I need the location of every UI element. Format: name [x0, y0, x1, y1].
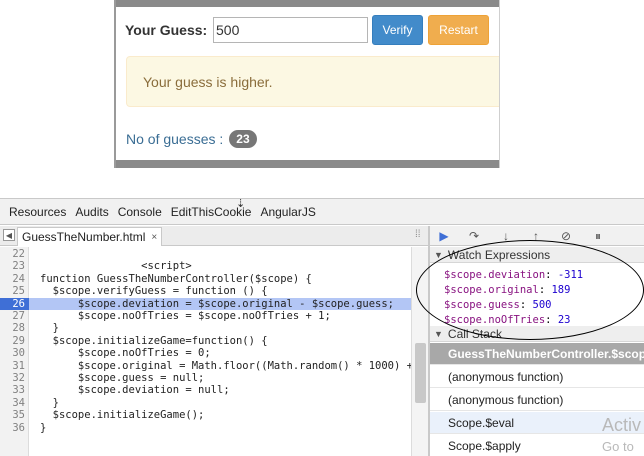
code-text: $scope.guess = null; [40, 372, 205, 384]
guesses-count-badge: 23 [229, 130, 257, 148]
guess-input[interactable] [213, 17, 368, 43]
code-text: $scope.verifyGuess = function () { [40, 285, 268, 298]
tab-console[interactable]: Console [118, 205, 162, 219]
code-text: $scope.noOfTries = 0; [40, 347, 211, 360]
guesses-row: No of guesses : 23 [126, 130, 257, 148]
line-number[interactable]: 33 [0, 384, 25, 396]
code-text: $scope.initializeGame(); [40, 409, 205, 422]
line-number[interactable]: 26 [0, 297, 29, 310]
panel-top-border [116, 0, 499, 7]
file-tab-label: GuessTheNumber.html [22, 230, 146, 244]
code-text: $scope.deviation = null; [40, 384, 230, 397]
line-number[interactable]: 24 [0, 273, 25, 285]
code-text: } [40, 421, 47, 434]
guesses-label: No of guesses : [126, 131, 224, 147]
code-line[interactable]: 29 $scope.initializeGame=function() { [0, 335, 411, 347]
code-line[interactable]: 36} [0, 422, 411, 434]
resume-icon[interactable]: ▶ [436, 228, 452, 244]
line-number[interactable]: 29 [0, 335, 25, 347]
line-number[interactable]: 35 [0, 409, 25, 421]
pause-on-exceptions-icon[interactable]: ⏸ [590, 228, 606, 244]
call-frame[interactable]: (anonymous function) [430, 366, 644, 388]
mouse-cursor-icon: ⇣ [236, 198, 246, 210]
code-line[interactable]: 35 $scope.initializeGame(); [0, 409, 411, 421]
code-text: } [40, 396, 59, 409]
line-number[interactable]: 31 [0, 360, 25, 372]
source-tabbar: ◀ GuessTheNumber.html × ⁞⁞ [0, 226, 428, 246]
guess-game-panel: Your Guess: Verify Restart Your guess is… [114, 0, 500, 168]
code-text: $scope.original = Math.floor((Math.rando… [40, 359, 411, 372]
line-number[interactable]: 34 [0, 397, 25, 409]
close-icon[interactable]: × [151, 232, 157, 243]
code-line[interactable]: 28 } [0, 322, 411, 334]
code-line[interactable]: 25 $scope.verifyGuess = function () { [0, 285, 411, 297]
tab-audits[interactable]: Audits [75, 205, 108, 219]
code-line[interactable]: 34 } [0, 397, 411, 409]
code-line[interactable]: 22 [0, 248, 411, 260]
watermark-line1: Activ [602, 415, 642, 435]
line-number[interactable]: 28 [0, 322, 25, 334]
line-number[interactable]: 23 [0, 260, 25, 272]
scrollbar-thumb[interactable] [415, 343, 426, 403]
code-line[interactable]: 23 <script> [0, 260, 411, 272]
collapse-triangle-icon: ▼ [434, 328, 443, 339]
alert-text: Your guess is higher. [143, 73, 273, 90]
result-alert: Your guess is higher. [126, 56, 499, 107]
restart-button[interactable]: Restart [428, 15, 489, 45]
line-number[interactable]: 32 [0, 372, 25, 384]
line-number[interactable]: 22 [0, 248, 25, 260]
code-line[interactable]: 33 $scope.deviation = null; [0, 384, 411, 396]
activation-watermark: Activ Go to [602, 414, 641, 456]
code-line[interactable]: 27 $scope.noOfTries = $scope.noOfTries +… [0, 310, 411, 322]
line-number[interactable]: 25 [0, 285, 25, 297]
code-text: } [40, 322, 59, 335]
panel-bottom-border [116, 160, 499, 168]
call-frame[interactable]: (anonymous function) [430, 389, 644, 411]
tab-resources[interactable]: Resources [9, 205, 66, 219]
code-line[interactable]: 32 $scope.guess = null; [0, 372, 411, 384]
line-number[interactable]: 30 [0, 347, 25, 359]
file-tab-guessthenumber[interactable]: GuessTheNumber.html × [17, 227, 163, 246]
code-editor[interactable]: 22 23 <script> 24 function GuessTheNumberCo… [0, 247, 411, 456]
annotation-ellipse [416, 240, 644, 340]
code-line[interactable]: 24 function GuessTheNumberController($sco… [0, 273, 411, 285]
line-number[interactable]: 36 [0, 422, 25, 434]
toggle-navigator-icon[interactable]: ◀ [3, 229, 15, 241]
guess-label: Your Guess: [125, 22, 208, 38]
devtools-tabs: Resources Audits Console EditThisCookie … [0, 198, 644, 225]
code-text: $scope.noOfTries = $scope.noOfTries + 1; [40, 310, 331, 322]
tab-angularjs[interactable]: AngularJS [260, 205, 315, 219]
code-text: $scope.deviation = $scope.original - $sc… [40, 297, 395, 310]
tab-overflow-icon[interactable]: ⁞⁞ [415, 229, 421, 240]
line-number[interactable]: 27 [0, 310, 25, 322]
code-text: <script> [40, 260, 192, 273]
step-over-icon[interactable]: ↷ [466, 228, 482, 244]
code-line[interactable]: 30 $scope.noOfTries = 0; [0, 347, 411, 359]
call-frame[interactable]: GuessTheNumberController.$scope.verifyGu… [430, 343, 644, 365]
verify-button[interactable]: Verify [372, 15, 423, 45]
code-line[interactable]: 26 $scope.deviation = $scope.original - … [0, 297, 411, 310]
watermark-line2: Go to [602, 439, 634, 454]
code-line[interactable]: 31 $scope.original = Math.floor((Math.ra… [0, 360, 411, 372]
code-text: $scope.initializeGame=function() { [40, 334, 268, 347]
code-text: function GuessTheNumberController($scope… [40, 272, 312, 285]
